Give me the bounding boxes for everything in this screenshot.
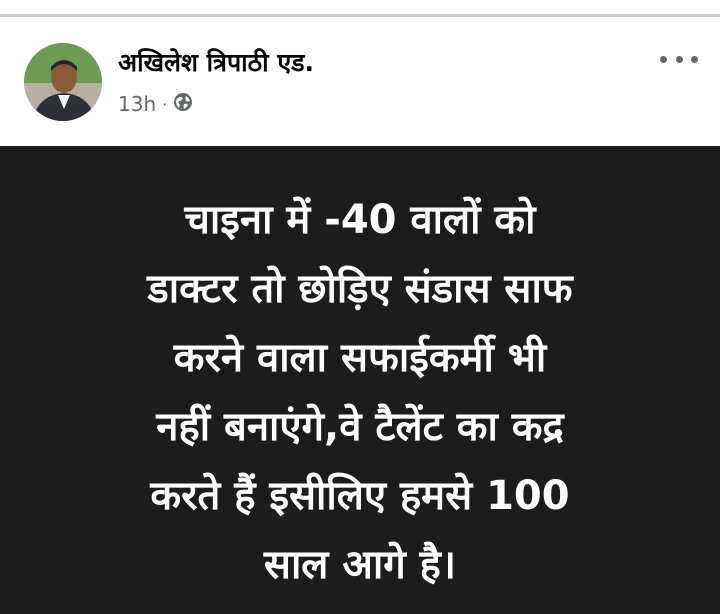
post-text-line: डाक्टर तो छोड़िए संडास साफ <box>147 266 573 312</box>
more-dot <box>675 55 683 63</box>
avatar[interactable] <box>24 43 102 121</box>
post-text: चाइना में -40 वालों को डाक्टर तो छोड़िए … <box>0 186 720 600</box>
meta-separator: · <box>162 94 168 114</box>
author-name[interactable]: अखिलेश त्रिपाठी एड. <box>118 45 314 79</box>
more-dot <box>660 55 667 63</box>
post-meta: 13h · <box>118 91 193 117</box>
more-options-icon[interactable] <box>660 51 698 67</box>
post-text-line: करते हैं इसीलिए हमसे 100 <box>150 473 570 519</box>
post-time[interactable]: 13h <box>118 92 156 116</box>
post-text-line: करने वाला सफाईकर्मी भी <box>173 335 547 381</box>
post-text-card: चाइना में -40 वालों को डाक्टर तो छोड़िए … <box>0 146 720 614</box>
post-text-line: साल आगे है। <box>263 542 457 588</box>
post-header: अखिलेश त्रिपाठी एड. 13h · <box>0 17 720 146</box>
post-text-line: नहीं बनाएंगे,वे टैलेंट का कद्र <box>156 404 564 450</box>
more-dot <box>691 55 698 63</box>
avatar-photo <box>24 43 102 121</box>
post-text-line: चाइना में -40 वालों को <box>184 197 536 243</box>
globe-icon <box>173 92 193 117</box>
